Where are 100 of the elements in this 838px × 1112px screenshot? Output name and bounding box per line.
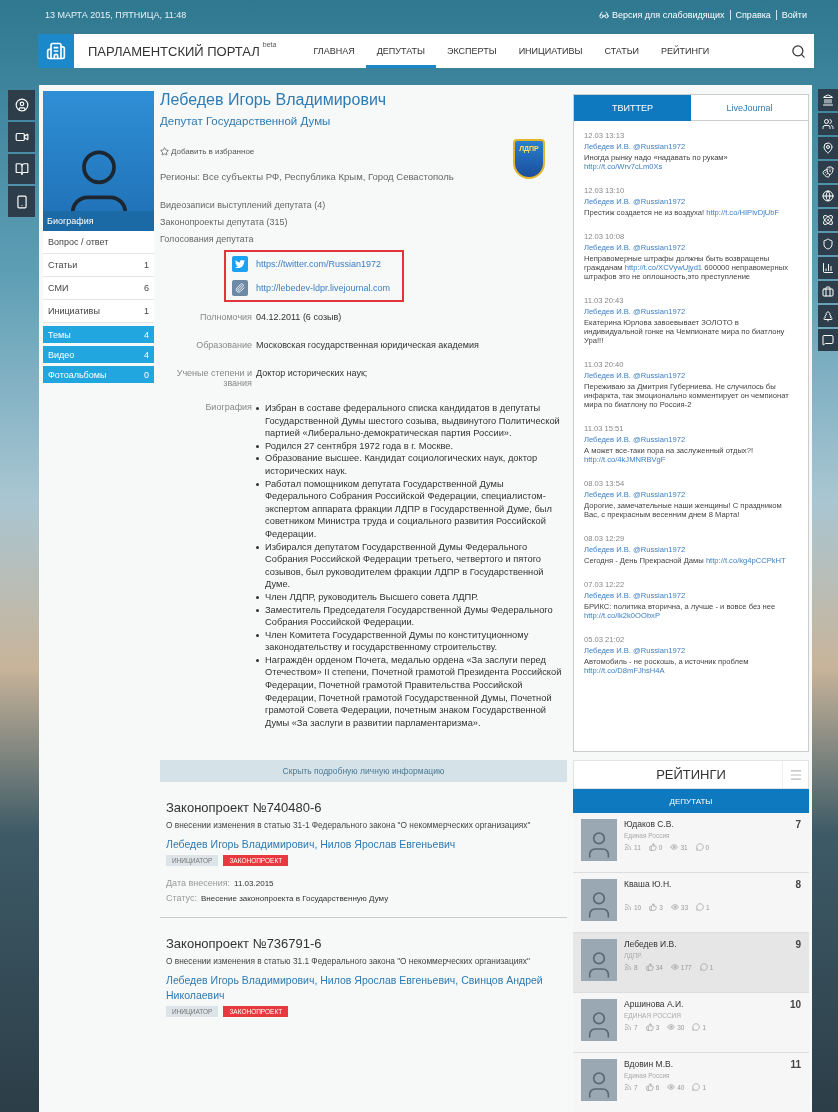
menu-count: 1 xyxy=(144,306,149,316)
globe-icon xyxy=(822,190,834,202)
rank-number: 11 xyxy=(790,1059,801,1072)
rail-button[interactable] xyxy=(818,281,838,303)
menu-count: 0 xyxy=(144,369,149,380)
menu-count: 1 xyxy=(144,260,149,270)
rail-button[interactable] xyxy=(818,209,838,231)
signal-icon xyxy=(624,843,632,851)
profile-link[interactable]: Голосования депутата xyxy=(160,234,567,244)
biography-text: Член Комитета Государственной Думы по конституционному законодательству и государственному строительству. xyxy=(265,628,530,654)
logo-tile[interactable] xyxy=(38,34,74,68)
biography-link[interactable]: Биография xyxy=(43,211,154,231)
detail-value: Доктор исторических наук; xyxy=(256,368,369,380)
bullet-dot xyxy=(256,482,259,486)
rail-button[interactable] xyxy=(8,122,35,152)
nav-tab[interactable]: СТАТЬИ xyxy=(593,34,650,68)
eye-icon xyxy=(670,963,679,971)
rail-button[interactable] xyxy=(818,113,838,135)
masks-icon xyxy=(822,166,834,178)
menu-count: 4 xyxy=(144,349,149,360)
bullet-dot xyxy=(256,608,259,612)
bill-authors-link[interactable]: Лебедев Игорь Владимирович, Нилов Ярослав Евгеньевич, Свинцов Андрей Николаевич xyxy=(166,973,561,1004)
rail-button[interactable] xyxy=(818,305,838,327)
social-link[interactable]: http://lebedev-ldpr.livejournal.com xyxy=(256,283,391,293)
bullet-dot xyxy=(256,658,259,662)
chat-icon xyxy=(822,334,834,346)
phone-icon xyxy=(14,194,29,209)
bill-description: О внесении изменения в статью 31.1 Федерального закона "О некоммерческих организациях" xyxy=(166,955,531,968)
side-menu-item[interactable]: Видео 4 xyxy=(43,346,154,363)
profile-link[interactable]: Видеозаписи выступлений депутата (4) xyxy=(160,200,567,210)
comment-icon xyxy=(695,843,704,851)
rail-button[interactable] xyxy=(818,161,838,183)
bullet-dot xyxy=(256,407,259,410)
rail-button[interactable] xyxy=(818,185,838,207)
comment-icon xyxy=(699,963,708,971)
signal-icon xyxy=(624,1023,632,1031)
rail-button[interactable] xyxy=(818,233,838,255)
menu-label: Вопрос / ответ xyxy=(48,237,109,247)
hide-info-button[interactable]: Скрыть подробную личную информацию xyxy=(160,760,567,783)
nav-tab[interactable]: РЕЙТИНГИ xyxy=(650,34,721,68)
deputy-name: Лебедев Игорь Владимирович xyxy=(160,91,388,109)
menu-count: 4 xyxy=(144,329,149,340)
nav-tab[interactable]: ИНИЦИАТИВЫ xyxy=(507,34,594,68)
favorite-link[interactable]: Добавить в избранное xyxy=(160,147,255,156)
side-menu-item[interactable]: СМИ 6 xyxy=(43,277,154,300)
accessibility-link[interactable]: Версия для слабовидящих xyxy=(593,10,730,20)
bullet-dot xyxy=(256,444,259,448)
rail-button[interactable] xyxy=(8,90,35,120)
rank-number: 9 xyxy=(795,939,801,952)
side-menu-item[interactable]: Статьи 1 xyxy=(43,254,154,277)
side-menu-item[interactable]: Вопрос / ответ xyxy=(43,231,154,254)
comment-icon xyxy=(692,1083,701,1091)
menu-icon xyxy=(788,767,803,782)
side-menu-item[interactable]: Темы 4 xyxy=(43,326,154,343)
meta-label: Статус: xyxy=(166,893,197,904)
rail-button[interactable] xyxy=(818,137,838,159)
bill-description: О внесении изменения в статью 31-1 Федерального закона "О некоммерческих организациях" xyxy=(166,819,532,832)
top-link[interactable]: Справка xyxy=(729,10,776,20)
star-icon xyxy=(160,147,169,156)
rail-button[interactable] xyxy=(818,89,838,111)
biography-text: Награждён орденом Почета, медалью ордена «За заслуги перед Отечеством» II степени, Почетной грамотой Президента Российской Федерации, Почетной грамотой Правительства Российской Федерации, Почетной грамотой Государственной Думы, Почетной грамотой Совета Федерации, почетным знаком Государственной Думы «За заслуги в развитии парламентаризма». xyxy=(265,653,563,730)
user-circle-icon xyxy=(14,98,29,112)
bill-authors-link[interactable]: Лебедев Игорь Владимирович, Нилов Ярослав Евгеньевич xyxy=(166,837,561,853)
biography-text: Работал помощником депутата Государственной Думы Федерального Собрания Российской Федерации, специалистом-экспертом аппарата фракции ЛДПР в Государственной Думе, был советником Министра труда и социального развития Российской Федерации. xyxy=(265,477,553,541)
rail-button[interactable] xyxy=(818,257,838,279)
thumbs-up-icon xyxy=(648,843,657,851)
bullet-dot xyxy=(256,633,259,637)
rail-button[interactable] xyxy=(8,186,35,217)
rating-name: Лебедев И.В. xyxy=(624,939,678,949)
side-menu-item[interactable]: Фотоальбомы 0 xyxy=(43,366,154,383)
ratings-tab[interactable]: ДЕПУТАТЫ xyxy=(573,789,809,813)
detail-value: 04.12.2011 (6 созыв) xyxy=(256,312,343,322)
biography-text: Избирался депутатом Государственной Думы Федерального Собрания Российской Федерации третьего, четвертого и пятого созывов, был руководителем фракции ЛДПР в Государственной Думе. xyxy=(265,540,545,591)
menu-label: Статьи xyxy=(48,260,78,270)
glasses-icon xyxy=(598,10,609,20)
rating-name: Кваша Ю.Н. xyxy=(624,879,673,889)
thumbs-up-icon xyxy=(645,1023,654,1031)
feed-tab[interactable]: ТВИТТЕР xyxy=(574,95,691,121)
video-camera-icon xyxy=(14,130,29,144)
side-menu-item[interactable]: Инициативы 1 xyxy=(43,300,154,323)
profile-link[interactable]: Законопроекты депутата (315) xyxy=(160,217,567,227)
bullet-dot xyxy=(256,457,259,461)
top-link[interactable]: Войти xyxy=(775,10,812,20)
detail-label: Ученые степени и звания xyxy=(175,368,252,388)
thumbs-up-icon xyxy=(645,1083,654,1091)
nav-tab[interactable]: ДЕПУТАТЫ xyxy=(365,34,436,68)
rail-button[interactable] xyxy=(8,154,35,184)
rating-name: Аршинова А.И. xyxy=(624,999,685,1009)
rail-button[interactable] xyxy=(818,329,838,351)
menu-label: Темы xyxy=(48,329,71,340)
nav-tab[interactable]: ЭКСПЕРТЫ xyxy=(435,34,508,68)
social-link[interactable]: https://twitter.com/Russian1972 xyxy=(256,259,382,269)
comment-icon xyxy=(696,903,705,911)
detail-label: Образование xyxy=(195,340,252,350)
menu-label: Видео xyxy=(48,349,75,360)
rating-name: Вдовин М.В. xyxy=(624,1059,675,1069)
bullet-dot xyxy=(256,545,259,549)
regions-text: Регионы: Все субъекты РФ, Республика Крым, Город Севастополь xyxy=(160,171,455,182)
nav-tab[interactable]: ГЛАВНАЯ xyxy=(302,34,366,68)
rating-name: Юдаков С.В. xyxy=(624,819,675,829)
